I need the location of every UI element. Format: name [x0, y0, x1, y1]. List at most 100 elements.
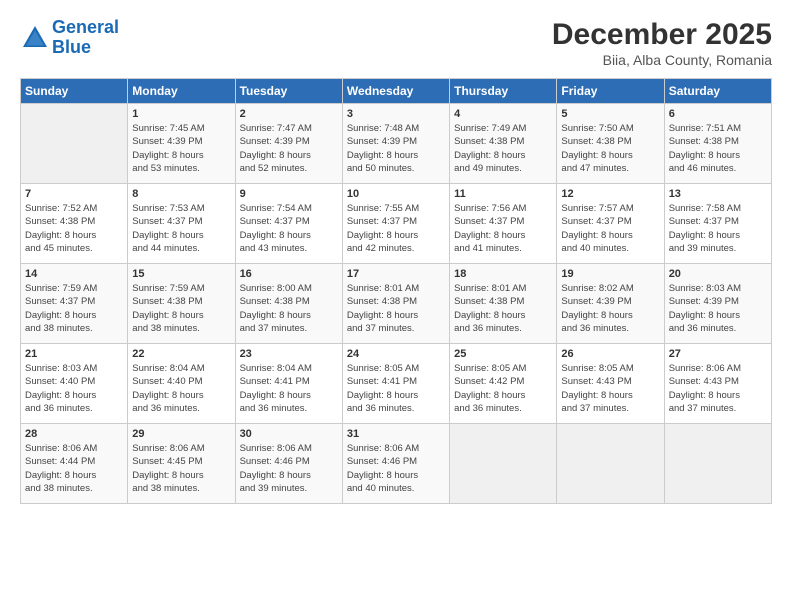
logo-text: General Blue [52, 18, 119, 58]
day-number: 30 [240, 428, 338, 440]
calendar-week-row: 7 Sunrise: 7:52 AMSunset: 4:38 PMDaylight… [21, 184, 772, 264]
calendar-cell [557, 424, 664, 504]
header-row: SundayMondayTuesdayWednesdayThursdayFrid… [21, 79, 772, 104]
day-info: Sunrise: 7:59 AMSunset: 4:37 PMDaylight:… [25, 282, 123, 335]
calendar-cell: 20 Sunrise: 8:03 AMSunset: 4:39 PMDayligh… [664, 264, 771, 344]
day-number: 10 [347, 188, 445, 200]
day-info: Sunrise: 7:58 AMSunset: 4:37 PMDaylight:… [669, 202, 767, 255]
calendar-cell: 24 Sunrise: 8:05 AMSunset: 4:41 PMDayligh… [342, 344, 449, 424]
day-number: 18 [454, 268, 552, 280]
day-info: Sunrise: 8:06 AMSunset: 4:43 PMDaylight:… [669, 362, 767, 415]
calendar-cell: 29 Sunrise: 8:06 AMSunset: 4:45 PMDayligh… [128, 424, 235, 504]
day-number: 25 [454, 348, 552, 360]
day-number: 19 [561, 268, 659, 280]
calendar-cell: 14 Sunrise: 7:59 AMSunset: 4:37 PMDayligh… [21, 264, 128, 344]
day-number: 28 [25, 428, 123, 440]
day-number: 9 [240, 188, 338, 200]
day-info: Sunrise: 8:04 AMSunset: 4:41 PMDaylight:… [240, 362, 338, 415]
day-number: 14 [25, 268, 123, 280]
day-number: 23 [240, 348, 338, 360]
day-number: 27 [669, 348, 767, 360]
calendar-cell: 3Sunrise: 7:48 AMSunset: 4:39 PMDaylight… [342, 104, 449, 184]
calendar-cell: 9 Sunrise: 7:54 AMSunset: 4:37 PMDaylight… [235, 184, 342, 264]
weekday-header: Tuesday [235, 79, 342, 104]
day-number: 24 [347, 348, 445, 360]
calendar-week-row: 1Sunrise: 7:45 AMSunset: 4:39 PMDaylight… [21, 104, 772, 184]
day-number: 13 [669, 188, 767, 200]
location: Biia, Alba County, Romania [552, 52, 772, 68]
day-info: Sunrise: 8:00 AMSunset: 4:38 PMDaylight:… [240, 282, 338, 335]
title-block: December 2025 Biia, Alba County, Romania [552, 18, 772, 68]
month-title: December 2025 [552, 18, 772, 52]
day-number: 4 [454, 108, 552, 120]
day-info: Sunrise: 8:05 AMSunset: 4:42 PMDaylight:… [454, 362, 552, 415]
calendar-cell: 4 Sunrise: 7:49 AMSunset: 4:38 PMDaylight… [450, 104, 557, 184]
day-number: 17 [347, 268, 445, 280]
weekday-header: Saturday [664, 79, 771, 104]
calendar-week-row: 28 Sunrise: 8:06 AMSunset: 4:44 PMDayligh… [21, 424, 772, 504]
day-info: Sunrise: 7:50 AMSunset: 4:38 PMDaylight:… [561, 122, 659, 175]
day-number: 2 [240, 108, 338, 120]
header: General Blue December 2025 Biia, Alba Co… [20, 18, 772, 68]
day-info: Sunrise: 8:01 AMSunset: 4:38 PMDaylight:… [347, 282, 445, 335]
day-number: 6 [669, 108, 767, 120]
day-info: Sunrise: 8:06 AMSunset: 4:46 PMDaylight:… [347, 442, 445, 495]
day-info: Sunrise: 7:57 AMSunset: 4:37 PMDaylight:… [561, 202, 659, 255]
calendar-cell: 21 Sunrise: 8:03 AMSunset: 4:40 PMDayligh… [21, 344, 128, 424]
day-info: Sunrise: 7:52 AMSunset: 4:38 PMDaylight:… [25, 202, 123, 255]
day-info: Sunrise: 7:56 AMSunset: 4:37 PMDaylight:… [454, 202, 552, 255]
calendar-cell: 27 Sunrise: 8:06 AMSunset: 4:43 PMDayligh… [664, 344, 771, 424]
day-number: 29 [132, 428, 230, 440]
calendar-cell [21, 104, 128, 184]
day-info: Sunrise: 8:06 AMSunset: 4:45 PMDaylight:… [132, 442, 230, 495]
day-number: 3 [347, 108, 445, 120]
day-number: 11 [454, 188, 552, 200]
day-number: 7 [25, 188, 123, 200]
day-info: Sunrise: 8:06 AMSunset: 4:46 PMDaylight:… [240, 442, 338, 495]
calendar-week-row: 21 Sunrise: 8:03 AMSunset: 4:40 PMDayligh… [21, 344, 772, 424]
day-number: 20 [669, 268, 767, 280]
calendar-cell: 26Sunrise: 8:05 AMSunset: 4:43 PMDayligh… [557, 344, 664, 424]
day-info: Sunrise: 7:54 AMSunset: 4:37 PMDaylight:… [240, 202, 338, 255]
day-info: Sunrise: 8:03 AMSunset: 4:40 PMDaylight:… [25, 362, 123, 415]
calendar-cell: 31Sunrise: 8:06 AMSunset: 4:46 PMDayligh… [342, 424, 449, 504]
calendar-cell: 28 Sunrise: 8:06 AMSunset: 4:44 PMDayligh… [21, 424, 128, 504]
calendar-cell: 25 Sunrise: 8:05 AMSunset: 4:42 PMDayligh… [450, 344, 557, 424]
day-info: Sunrise: 8:03 AMSunset: 4:39 PMDaylight:… [669, 282, 767, 335]
day-info: Sunrise: 7:47 AMSunset: 4:39 PMDaylight:… [240, 122, 338, 175]
calendar-cell: 23 Sunrise: 8:04 AMSunset: 4:41 PMDayligh… [235, 344, 342, 424]
day-info: Sunrise: 7:49 AMSunset: 4:38 PMDaylight:… [454, 122, 552, 175]
calendar-cell: 8Sunrise: 7:53 AMSunset: 4:37 PMDaylight… [128, 184, 235, 264]
day-number: 21 [25, 348, 123, 360]
calendar-table: SundayMondayTuesdayWednesdayThursdayFrid… [20, 78, 772, 504]
day-number: 8 [132, 188, 230, 200]
day-info: Sunrise: 7:59 AMSunset: 4:38 PMDaylight:… [132, 282, 230, 335]
day-number: 12 [561, 188, 659, 200]
calendar-cell: 6 Sunrise: 7:51 AMSunset: 4:38 PMDaylight… [664, 104, 771, 184]
calendar-cell: 30 Sunrise: 8:06 AMSunset: 4:46 PMDayligh… [235, 424, 342, 504]
day-number: 5 [561, 108, 659, 120]
calendar-cell: 18Sunrise: 8:01 AMSunset: 4:38 PMDayligh… [450, 264, 557, 344]
calendar-cell: 15Sunrise: 7:59 AMSunset: 4:38 PMDayligh… [128, 264, 235, 344]
day-info: Sunrise: 8:05 AMSunset: 4:43 PMDaylight:… [561, 362, 659, 415]
day-info: Sunrise: 8:06 AMSunset: 4:44 PMDaylight:… [25, 442, 123, 495]
day-number: 16 [240, 268, 338, 280]
page: General Blue December 2025 Biia, Alba Co… [0, 0, 792, 612]
weekday-header: Thursday [450, 79, 557, 104]
day-info: Sunrise: 8:05 AMSunset: 4:41 PMDaylight:… [347, 362, 445, 415]
day-number: 22 [132, 348, 230, 360]
day-info: Sunrise: 7:45 AMSunset: 4:39 PMDaylight:… [132, 122, 230, 175]
weekday-header: Wednesday [342, 79, 449, 104]
weekday-header: Sunday [21, 79, 128, 104]
calendar-cell: 11 Sunrise: 7:56 AMSunset: 4:37 PMDayligh… [450, 184, 557, 264]
calendar-cell: 19Sunrise: 8:02 AMSunset: 4:39 PMDayligh… [557, 264, 664, 344]
calendar-cell: 10 Sunrise: 7:55 AMSunset: 4:37 PMDayligh… [342, 184, 449, 264]
calendar-cell: 16 Sunrise: 8:00 AMSunset: 4:38 PMDayligh… [235, 264, 342, 344]
day-info: Sunrise: 7:55 AMSunset: 4:37 PMDaylight:… [347, 202, 445, 255]
calendar-cell [664, 424, 771, 504]
calendar-cell: 17 Sunrise: 8:01 AMSunset: 4:38 PMDayligh… [342, 264, 449, 344]
calendar-cell: 22Sunrise: 8:04 AMSunset: 4:40 PMDayligh… [128, 344, 235, 424]
calendar-cell: 12 Sunrise: 7:57 AMSunset: 4:37 PMDayligh… [557, 184, 664, 264]
weekday-header: Friday [557, 79, 664, 104]
day-info: Sunrise: 7:51 AMSunset: 4:38 PMDaylight:… [669, 122, 767, 175]
